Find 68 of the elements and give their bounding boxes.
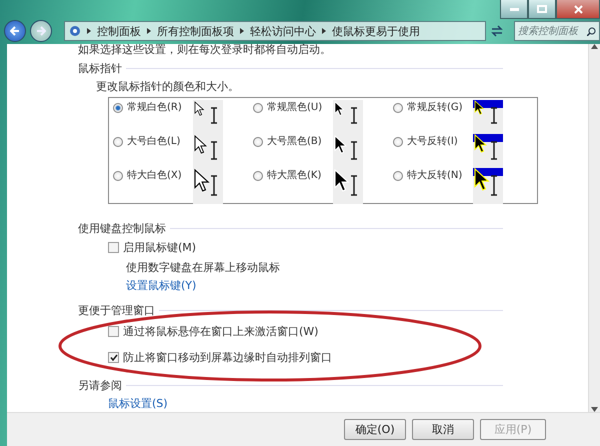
dialog-button[interactable]: 确定(O) (344, 419, 406, 440)
chevron-icon (240, 28, 244, 34)
dialog-button[interactable]: 取消 (412, 419, 474, 440)
maximize-icon (537, 5, 547, 13)
section-heading: 鼠标指针 (78, 62, 122, 75)
address-bar[interactable]: 控制面板 所有控制面板项 轻松访问中心 使鼠标更易于使用 (64, 21, 486, 41)
breadcrumb[interactable]: 轻松访问中心 (250, 24, 316, 38)
breadcrumb[interactable]: 使鼠标更易于使用 (332, 24, 420, 38)
option-label: 大号反转(I) (407, 135, 459, 148)
cursor-preview-icon (473, 134, 503, 170)
intro-text: 如果选择这些设置，则在每次登录时都将自动启动。 (78, 44, 331, 56)
option-label: 特大反转(N) (407, 169, 464, 182)
settings-link[interactable]: 鼠标设置(S) (108, 397, 168, 410)
option-label: 大号黑色(B) (267, 135, 323, 148)
checkbox-label: 启用鼠标键(M) (123, 241, 196, 254)
checkbox-label: 防止将窗口移动到屏幕边缘时自动排列窗口 (123, 351, 332, 364)
forward-arrow-icon (36, 26, 46, 36)
section-heading: 另请参阅 (78, 379, 122, 392)
minimize-icon (510, 8, 518, 10)
breadcrumb[interactable]: 控制面板 (97, 24, 141, 38)
breadcrumb[interactable]: 所有控制面板项 (157, 24, 234, 38)
radio-button[interactable] (113, 171, 123, 181)
checkbox[interactable] (108, 326, 119, 337)
forward-button[interactable] (30, 20, 52, 42)
cursor-preview-icon (473, 168, 503, 204)
chevron-icon (87, 28, 91, 34)
option-label: 特大白色(X) (127, 169, 183, 182)
radio-button[interactable] (393, 137, 403, 147)
search-field[interactable]: 搜索控制面板 (514, 21, 600, 41)
settings-link[interactable]: 设置鼠标键(Y) (126, 279, 196, 292)
radio-button[interactable] (253, 103, 263, 113)
checkbox[interactable] (108, 242, 119, 253)
radio-button[interactable] (393, 103, 403, 113)
close-button[interactable] (556, 0, 600, 19)
radio-button[interactable] (253, 137, 263, 147)
back-button[interactable] (4, 20, 26, 42)
checkbox-label: 通过将鼠标悬停在窗口上来激活窗口(W) (123, 325, 318, 338)
close-icon (574, 4, 582, 14)
option-label: 常规反转(G) (407, 101, 464, 114)
cursor-preview-icon (473, 100, 503, 136)
scrollbar[interactable] (588, 44, 600, 412)
option-label: 常规黑色(U) (267, 101, 324, 114)
checkbox[interactable] (108, 352, 119, 363)
cursor-preview-icon (193, 168, 223, 204)
section-heading: 更便于管理窗口 (78, 304, 155, 317)
cursor-preview-icon (333, 100, 363, 136)
radio-button[interactable] (113, 137, 123, 147)
option-label: 特大黑色(K) (267, 169, 322, 182)
description-text: 使用数字键盘在屏幕上移动鼠标 (126, 261, 280, 274)
control-panel-icon (69, 25, 81, 37)
back-arrow-icon (10, 26, 20, 36)
section-heading: 使用键盘控制鼠标 (78, 222, 166, 235)
minimize-button[interactable] (500, 0, 528, 19)
radio-button[interactable] (113, 103, 123, 113)
maximize-button[interactable] (528, 0, 556, 19)
refresh-icon[interactable] (490, 25, 504, 37)
description-text: 更改鼠标指针的颜色和大小。 (96, 80, 239, 93)
radio-button[interactable] (253, 171, 263, 181)
option-label: 常规白色(R) (127, 101, 183, 114)
chevron-icon (322, 28, 326, 34)
cursor-preview-icon (333, 168, 363, 204)
option-label: 大号白色(L) (127, 135, 182, 148)
search-icon (587, 26, 596, 36)
scroll-up-icon[interactable] (591, 44, 598, 49)
cursor-preview-icon (193, 100, 223, 136)
radio-button[interactable] (393, 171, 403, 181)
chevron-icon (147, 28, 151, 34)
checkmark-icon (110, 354, 118, 361)
